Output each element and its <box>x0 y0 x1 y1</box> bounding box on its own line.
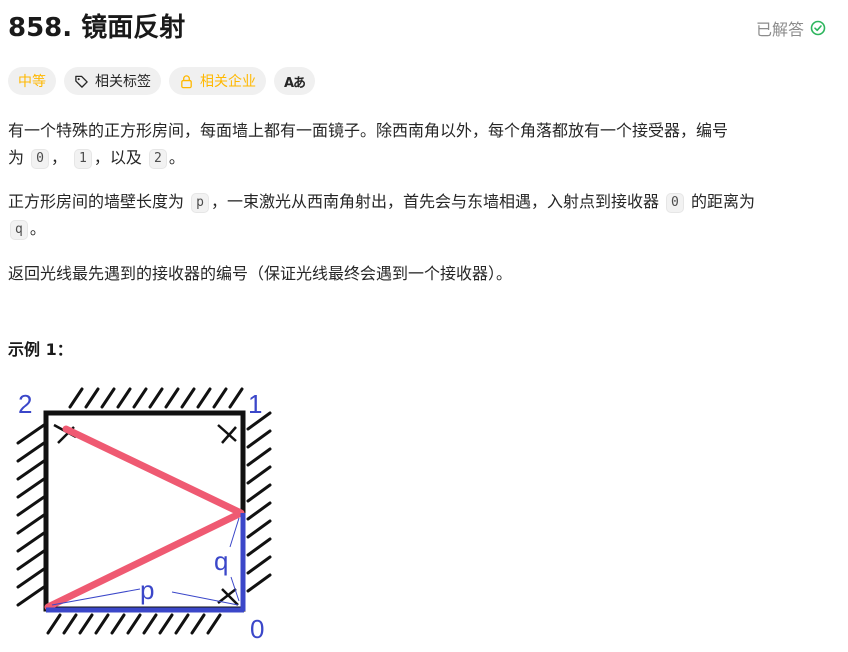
inline-code: p <box>191 193 209 213</box>
paragraph1-text1: 有一个特殊的正方形房间，每面墙上都有一面镜子。除西南角以外，每个角落都放有一个接… <box>8 121 729 140</box>
q-bracket-top <box>229 517 240 548</box>
paragraph1-sep2: ，以及 <box>93 148 142 167</box>
label-0: 0 <box>250 614 264 644</box>
related-tags-button[interactable]: 相关标签 <box>64 67 161 95</box>
related-tags-label: 相关标签 <box>95 74 151 90</box>
translate-icon: Aあ <box>284 75 306 91</box>
related-companies-label: 相关企业 <box>200 74 256 90</box>
paragraph1-end: 。 <box>168 148 185 167</box>
description-paragraph-1: 有一个特殊的正方形房间，每面墙上都有一面镜子。除西南角以外，每个角落都放有一个接… <box>8 117 818 171</box>
problem-title[interactable]: 858. 镜面反射 <box>8 8 826 48</box>
tag-icon <box>75 75 88 88</box>
paragraph1-text2: 为 <box>8 148 25 167</box>
paragraph2-text1: 正方形房间的墙壁长度为 <box>8 192 185 211</box>
translate-button[interactable]: Aあ <box>274 67 316 95</box>
description-paragraph-2: 正方形房间的墙壁长度为 p ，一束激光从西南角射出，首先会与东墙相遇，入射点到接收… <box>8 188 818 242</box>
paragraph1-sep1: ， <box>50 148 67 167</box>
label-2: 2 <box>18 389 32 419</box>
inline-code: q <box>10 220 28 240</box>
difficulty-label: 中等 <box>18 74 46 90</box>
difficulty-badge: 中等 <box>8 67 56 95</box>
q-bracket-bottom <box>230 576 240 602</box>
label-1: 1 <box>248 389 262 419</box>
example-title: 示例 1： <box>8 340 73 359</box>
description-paragraph-3: 返回光线最先遇到的接收器的编号（保证光线最终会遇到一个接收器）。 <box>8 264 513 283</box>
title-row: 858. 镜面反射 已解答 <box>8 8 826 48</box>
label-q: q <box>214 546 228 576</box>
tag-row: 中等 相关标签 相关企业 Aあ <box>8 67 316 95</box>
example-figure: 2 1 0 p q <box>16 387 272 644</box>
paragraph2-text3: 的距离为 <box>690 192 755 211</box>
label-p: p <box>140 575 154 605</box>
check-circle-icon <box>810 20 826 36</box>
lock-icon <box>181 74 192 88</box>
inline-code: 1 <box>74 149 92 169</box>
inline-code: 0 <box>666 193 684 213</box>
inline-code: 0 <box>31 149 49 169</box>
related-companies-button[interactable]: 相关企业 <box>169 67 266 95</box>
paragraph2-text2: ，一束激光从西南角射出，首先会与东墙相遇，入射点到接收器 <box>210 192 659 211</box>
solved-status: 已解答 <box>756 16 826 40</box>
inline-code: 2 <box>148 149 167 169</box>
solved-label: 已解答 <box>755 20 804 39</box>
paragraph2-end: 。 <box>29 219 46 238</box>
